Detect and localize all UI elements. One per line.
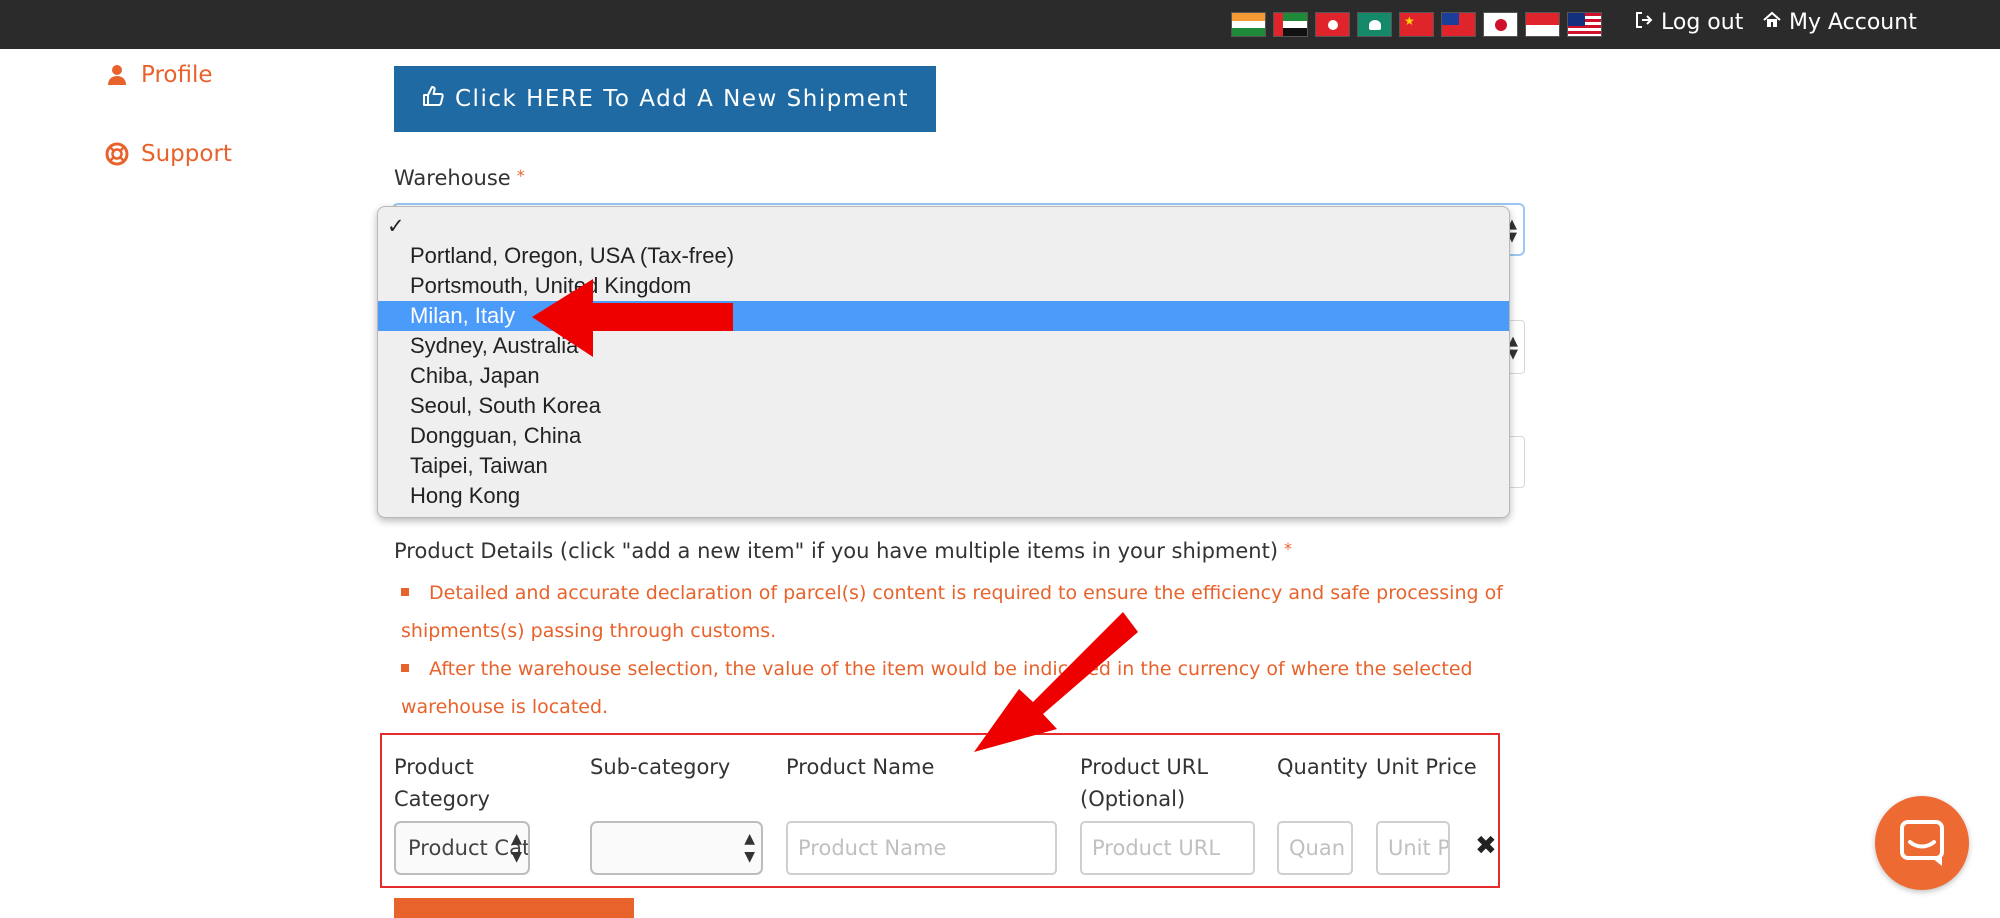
flag-macau-icon[interactable] (1357, 12, 1392, 37)
warehouse-option[interactable]: Portland, Oregon, USA (Tax-free) (378, 241, 1509, 271)
flag-china-icon[interactable]: ★ (1399, 12, 1434, 37)
remove-item-icon[interactable]: ✖ (1475, 831, 1497, 861)
add-new-shipment-button[interactable]: Click HERE To Add A New Shipment (394, 66, 936, 132)
flag-singapore-icon[interactable] (1525, 12, 1560, 37)
sidebar-item-label: Support (141, 141, 232, 167)
bullet-icon (401, 587, 409, 596)
top-bar: ★ Log out My Account (0, 0, 2000, 49)
product-name-input[interactable]: Product Name (786, 821, 1057, 875)
column-header-product-url: Product URL (Optional) (1080, 755, 1209, 811)
currency-note: After the warehouse selection, the value… (401, 658, 1473, 718)
home-icon (1762, 10, 1782, 35)
flag-hongkong-icon[interactable] (1315, 12, 1350, 37)
warehouse-option[interactable]: Seoul, South Korea (378, 391, 1509, 421)
warehouse-option[interactable]: Milan, Italy (378, 301, 1509, 331)
product-item-row: Product Category Sub-category Product Na… (380, 733, 1500, 888)
flag-malaysia-icon[interactable] (1567, 12, 1602, 37)
flag-uae-icon[interactable] (1273, 12, 1308, 37)
column-header-quantity: Quantity (1277, 755, 1368, 779)
column-header-category: Product Category (394, 755, 490, 811)
product-category-select[interactable]: Product Cate ▲ ▼ (394, 821, 530, 875)
warehouse-dropdown-list[interactable]: ✓ Portland, Oregon, USA (Tax-free) Portsm… (377, 206, 1510, 518)
sign-out-icon (1634, 10, 1654, 35)
chat-icon (1900, 820, 1944, 866)
user-icon (105, 63, 129, 87)
product-details-heading: Product Details (click "add a new item" … (394, 539, 1293, 563)
required-asterisk: * (1284, 539, 1293, 558)
warehouse-option[interactable]: Portsmouth, United Kingdom (378, 271, 1509, 301)
language-flags: ★ (1231, 12, 1602, 37)
sidebar-item-support[interactable]: Support (105, 141, 232, 167)
warehouse-label: Warehouse * (394, 166, 525, 190)
required-asterisk: * (516, 166, 525, 185)
lifebuoy-icon (105, 142, 129, 166)
logout-label: Log out (1661, 10, 1744, 35)
warehouse-option[interactable]: Hong Kong (378, 481, 1509, 511)
flag-india-icon[interactable] (1231, 12, 1266, 37)
thumbs-up-icon (421, 84, 445, 114)
logout-link[interactable]: Log out (1634, 10, 1743, 35)
warehouse-option[interactable]: Dongguan, China (378, 421, 1509, 451)
column-header-product-name: Product Name (786, 755, 935, 779)
add-shipment-label: Click HERE To Add A New Shipment (455, 86, 909, 112)
warehouse-option[interactable]: Taipei, Taiwan (378, 451, 1509, 481)
declaration-note: Detailed and accurate declaration of par… (401, 582, 1503, 642)
warehouse-option[interactable]: Chiba, Japan (378, 361, 1509, 391)
warehouse-option[interactable]: Sydney, Australia (378, 331, 1509, 361)
unit-price-input[interactable]: Unit P (1376, 821, 1450, 875)
check-icon: ✓ (387, 215, 405, 238)
bullet-icon (401, 663, 409, 672)
flag-taiwan-icon[interactable] (1441, 12, 1476, 37)
my-account-label: My Account (1789, 10, 1917, 35)
flag-japan-icon[interactable] (1483, 12, 1518, 37)
add-new-item-button[interactable] (394, 898, 634, 918)
column-header-unit-price: Unit Price (1376, 755, 1477, 779)
product-url-input[interactable]: Product URL (1080, 821, 1255, 875)
my-account-link[interactable]: My Account (1762, 10, 1917, 35)
quantity-input[interactable]: Quan (1277, 821, 1353, 875)
sidebar-item-label: Profile (141, 62, 213, 88)
chat-launcher-button[interactable] (1875, 796, 1969, 890)
sidebar-item-profile[interactable]: Profile (105, 62, 213, 88)
select-arrows-icon: ▲ ▼ (511, 831, 522, 865)
sub-category-select[interactable]: ▲ ▼ (590, 821, 763, 875)
column-header-subcategory: Sub-category (590, 755, 731, 779)
select-arrows-icon: ▲ ▼ (744, 831, 755, 865)
